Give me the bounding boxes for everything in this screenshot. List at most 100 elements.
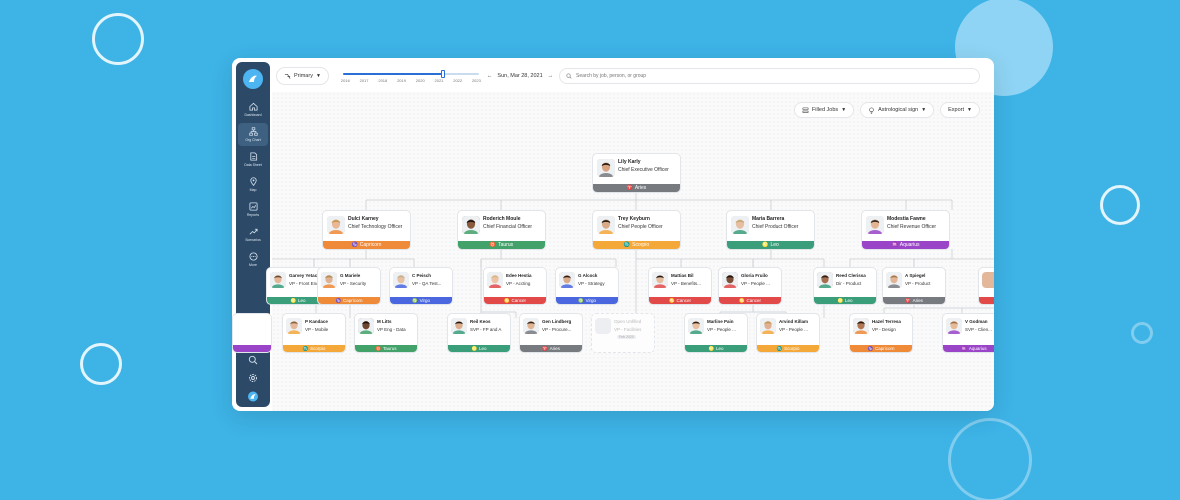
org-card-cro[interactable]: Modestia Fawne Chief Revenue Officer ♒ Aqua… [861,210,950,250]
org-card[interactable]: Gen Lindberg VP - Procure... ♈ Aries [519,313,583,353]
org-chart-canvas[interactable]: Filled Jobs ▼ Astrological sign ▼ Export… [232,92,994,411]
sign-bar [979,297,994,304]
open-job-title: VP - Facilities [614,327,642,332]
job-title: VP - People ... [779,327,808,332]
org-card[interactable]: C Peisch VP - QA Test... ♍ Virgo [389,267,453,305]
year-label[interactable]: 2016 [341,78,350,83]
gear-icon[interactable] [248,373,258,383]
toolbar: Primary ▼ 2016 2017 2018 2019 2020 2021 … [276,66,980,86]
org-card[interactable]: G Alcock VP - Strategy ♍ Virgo [555,267,619,305]
person-name: Dulci Karney [348,216,379,222]
decor-circle-right [1100,185,1140,225]
org-card[interactable]: Edee Hestia VP - Accting ♋ Cancer [483,267,547,305]
person-name: Mattias Bil [671,273,694,278]
org-card[interactable]: A Spiegel VP - Product ♈ Aries [882,267,946,305]
zodiac-icon: ♌ [290,297,297,303]
more-icon [248,251,258,261]
year-label[interactable]: 2020 [416,78,425,83]
org-card[interactable]: M Litts VP Eng - Data ♉ Taurus [354,313,418,353]
portrait-icon [853,318,869,334]
search-input[interactable] [576,73,973,79]
sign-label: Aquarius [968,346,987,351]
job-title: VP - People ... [741,281,770,286]
person-name: Lily Karly [618,159,641,165]
zodiac-icon: ♋ [503,297,510,303]
org-card-cpo[interactable]: Maria Barrera Chief Product Officer ♌ Leo [726,210,815,250]
org-card[interactable]: Hazel Terresa VP - Design ♑ Capricorn [849,313,913,353]
zodiac-icon: ♉ [489,242,497,248]
avatar [286,318,302,334]
year-label[interactable]: 2018 [378,78,387,83]
person-name: Gloria Fruilo [741,273,768,278]
job-title: VP - QA Test... [412,281,442,286]
person-name: M Litts [377,319,392,324]
sign-label: Cancer [511,298,527,303]
org-card[interactable]: Marline Pain VP - People ... ♌ Leo [684,313,748,353]
org-card[interactable]: G Mariele VP - Security ♑ Capricorn [317,267,381,305]
sidebar-item-more[interactable]: More [238,248,268,271]
person-name: Reil Keos [470,319,491,324]
avatar [358,318,374,334]
current-date[interactable]: Sun, Mar 28, 2021 [497,73,542,79]
org-card-cto[interactable]: Dulci Karney Chief Technology Officer ♑ Cap… [322,210,411,250]
sidebar: Dashboard Org Chart Data Sheet Map Repor… [236,62,270,407]
portrait-icon [487,272,503,288]
org-chart-icon [248,126,258,136]
sidebar-item-scenarios[interactable]: Scenarios [238,223,268,246]
open-job-card[interactable]: Open Unfilled VP - Facilities Feb 2020 [591,313,655,353]
sign-label: Cancer [746,298,762,303]
org-card-partial[interactable] [232,313,272,353]
org-card[interactable]: Arvind Killam VP - People ... ♏ Scorpio [756,313,820,353]
sidebar-item-label: Org Chart [245,138,261,142]
sidebar-item-label: Map [249,188,257,192]
job-title: VP - Accting [506,281,531,286]
job-title: VP - People ... [707,327,736,332]
org-card[interactable]: Gloria Fruilo VP - People ... ♋ Cancer [718,267,782,305]
org-card[interactable]: Reil Keos SVP - FP and A ♌ Leo [447,313,511,353]
sidebar-item-dashboard[interactable]: Dashboard [238,98,268,121]
timeline-fill [342,73,442,75]
arrow-right-icon[interactable]: → [548,73,554,79]
sign-bar: ♋ Cancer [649,297,711,304]
app-logo-icon[interactable] [243,69,263,89]
year-label[interactable]: 2017 [360,78,369,83]
avatar [817,272,833,288]
arrow-left-icon[interactable]: ← [487,73,493,79]
sidebar-item-reports[interactable]: Reports [238,198,268,221]
sidebar-item-map[interactable]: Map [238,173,268,196]
org-card[interactable]: P Kandace VP - Mobile ♏ Scorpio [282,313,346,353]
sign-bar: ♌ Leo [814,297,876,304]
portrait-icon [597,159,615,177]
timeline-handle[interactable] [440,70,445,78]
portrait-icon [286,318,302,334]
org-card-partial[interactable] [978,267,994,305]
open-job-date: Feb 2020 [617,335,636,339]
year-label[interactable]: 2019 [397,78,406,83]
org-card[interactable]: Mattias Bil VP - Benefits... ♋ Cancer [648,267,712,305]
avatar [853,318,869,334]
sign-label: Aquarius [899,242,920,248]
year-label[interactable]: 2023 [472,78,481,83]
job-title: VP - Design [872,327,896,332]
search-icon[interactable] [248,355,258,365]
org-card-ceo[interactable]: Lily Karly Chief Executive Officer ♈ Aries [592,153,681,193]
org-card[interactable]: V Godman SVP - Clien... ♒ Aquarius [942,313,994,353]
view-select[interactable]: Primary ▼ [276,67,329,85]
year-timeline-slider[interactable]: 2016 2017 2018 2019 2020 2021 2022 2023 [341,67,481,85]
avatar [731,216,749,234]
sign-bar: ♏ Scorpio [593,241,680,249]
sign-bar: ♈ Aries [593,184,680,192]
sign-label: Cancer [676,298,692,303]
sidebar-item-org-chart[interactable]: Org Chart [238,123,268,146]
sidebar-item-data-sheet[interactable]: Data Sheet [238,148,268,171]
org-card-cpeo[interactable]: Trey Keyburn Chief People Officer ♏ Scorpio [592,210,681,250]
org-card-cfo[interactable]: Roderich Moule Chief Financial Officer ♉ Ta… [457,210,546,250]
portrait-icon [817,272,833,288]
year-label[interactable]: 2022 [453,78,462,83]
year-label[interactable]: 2021 [435,78,444,83]
org-card[interactable]: Reed Clerissa Dir - Product ♌ Leo [813,267,877,305]
job-title: VP - Front End [289,281,319,286]
zodiac-icon: ♒ [961,345,967,351]
sign-label: Leo [716,346,724,351]
search-box[interactable] [559,68,980,84]
